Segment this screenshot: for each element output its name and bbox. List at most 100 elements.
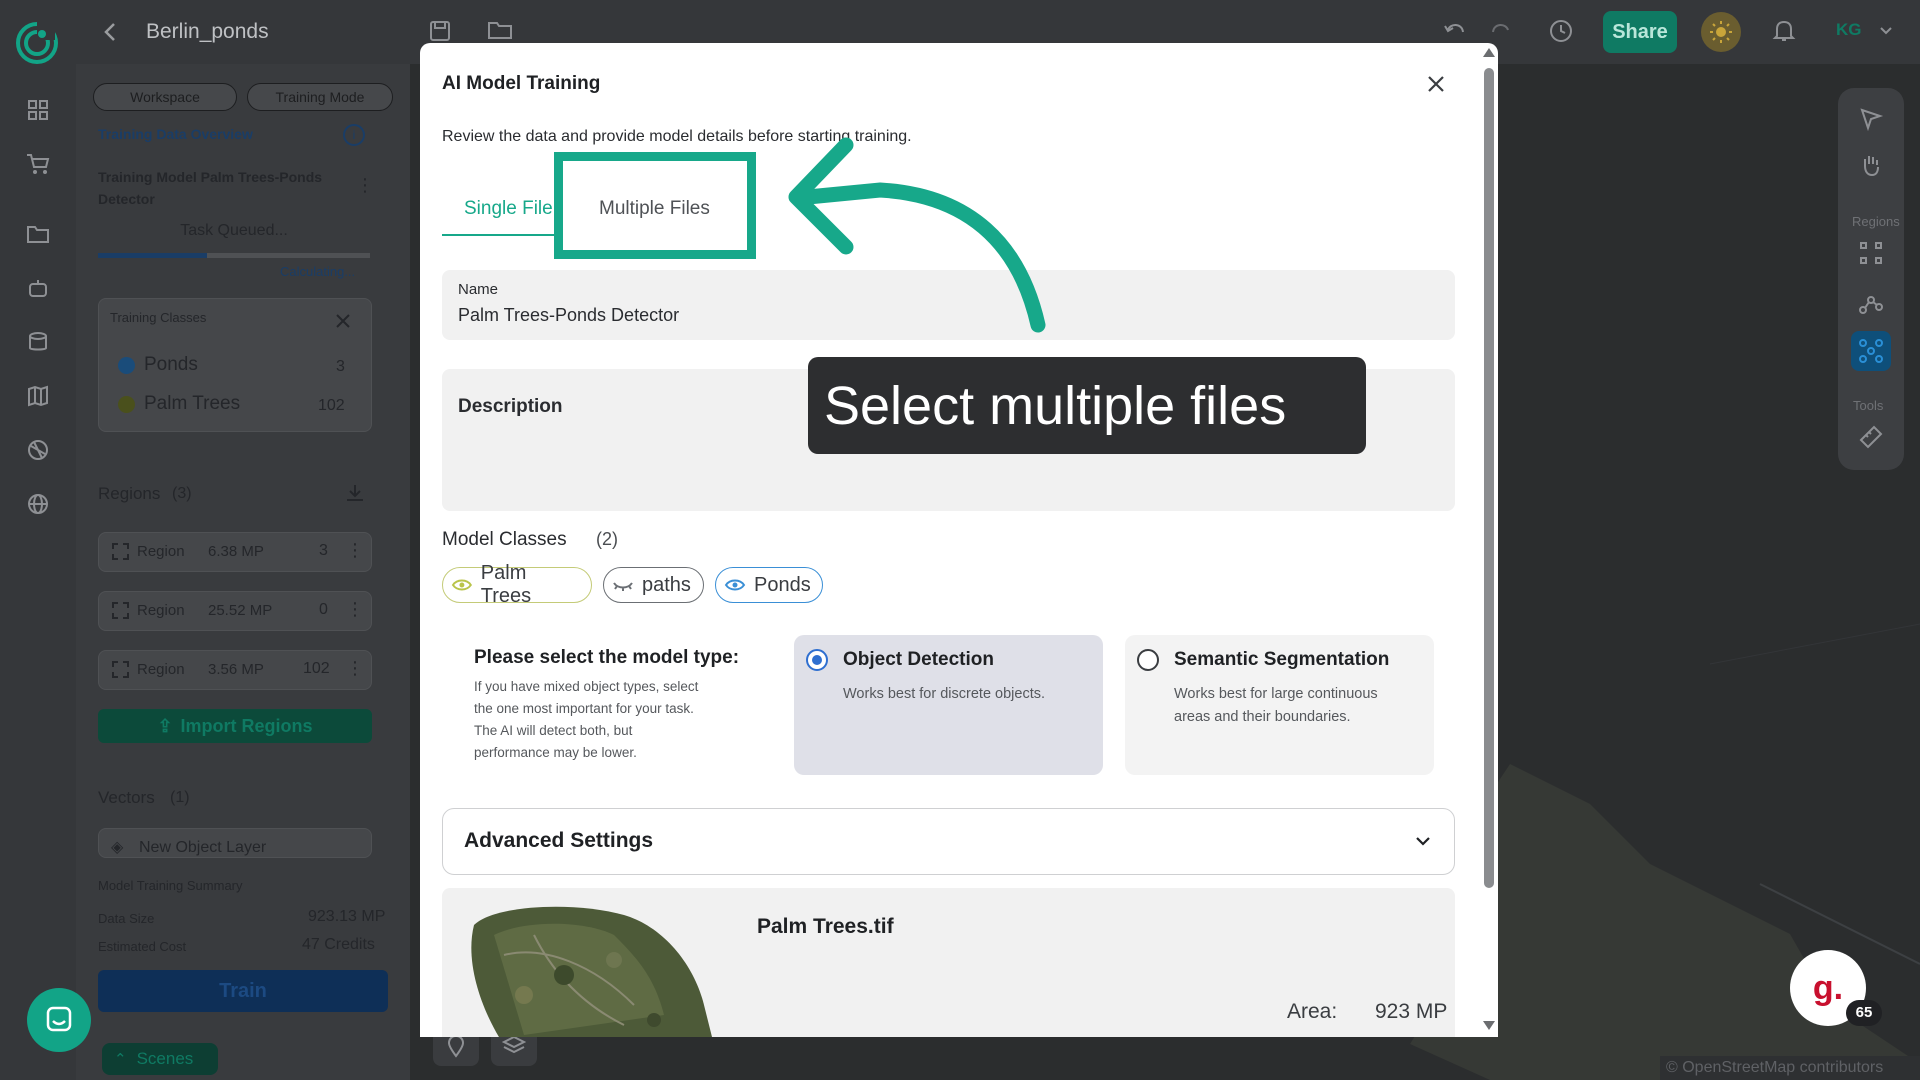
redo-icon[interactable] (1488, 18, 1514, 42)
more-vert-icon[interactable]: ⋮ (346, 540, 364, 561)
class-chip-paths[interactable]: paths (603, 567, 704, 603)
tab-multiple-files[interactable]: Multiple Files (554, 152, 756, 259)
ruler-icon[interactable] (1858, 424, 1884, 450)
class-name: Ponds (144, 354, 198, 375)
user-avatar[interactable]: KG (1836, 20, 1862, 40)
progress-fill (98, 253, 207, 258)
history-icon[interactable] (1548, 18, 1574, 44)
scroll-thumb[interactable] (1484, 68, 1494, 888)
class-count: 3 (336, 358, 345, 375)
option-object-detection[interactable]: Object Detection Works best for discrete… (794, 635, 1103, 775)
chip-label: Palm Trees (480, 562, 532, 607)
tools-label: Tools (1853, 398, 1884, 413)
calculating-text: Calculating... (280, 264, 356, 279)
globe-grid-icon[interactable] (22, 434, 54, 466)
folder-upload-icon[interactable] (22, 218, 54, 250)
vectors-title: Vectors (98, 788, 155, 807)
folder-icon[interactable] (486, 18, 514, 42)
eye-closed-icon (613, 582, 633, 591)
region-size: 6.38 MP (208, 543, 264, 560)
cursor-icon[interactable] (1858, 106, 1884, 132)
scroll-up-icon[interactable] (1483, 48, 1495, 57)
class-chip-palm-trees[interactable]: Palm Trees (442, 562, 592, 607)
vector-item-label: New Object Layer (139, 839, 267, 856)
task-status: Task Queued... (180, 222, 288, 239)
modal-close-icon[interactable] (1424, 72, 1448, 96)
option-semantic-segmentation[interactable]: Semantic Segmentation Works best for lar… (1125, 635, 1434, 775)
model-type-help: If you have mixed object types, select t… (474, 679, 699, 760)
ai-region-tool-icon[interactable] (1851, 331, 1891, 371)
polygon-tool-icon[interactable] (1858, 240, 1884, 266)
robot-icon[interactable] (22, 272, 54, 304)
advanced-settings-label: Advanced Settings (464, 829, 654, 852)
region-count: 3 (319, 542, 328, 559)
more-vert-icon[interactable]: ⋮ (346, 599, 364, 620)
badge-letter: g. (1812, 968, 1844, 1007)
class-chip-ponds[interactable]: Ponds (715, 567, 823, 603)
scenes-label: Scenes (136, 1049, 194, 1068)
option-desc: Works best for discrete objects. (843, 686, 1046, 702)
chevron-down-icon[interactable] (1878, 24, 1894, 38)
class-dot (118, 396, 135, 413)
workspace-tab[interactable]: Workspace (93, 83, 237, 111)
sun-icon[interactable] (1701, 12, 1741, 52)
region-frame-icon (112, 661, 129, 678)
regions-title: Regions (98, 484, 161, 503)
eye-icon (724, 579, 746, 591)
option-desc: Works best for large continuous areas an… (1174, 686, 1378, 725)
train-button[interactable]: Train (98, 970, 388, 1012)
radio-selected-icon (806, 649, 828, 671)
eye-icon (451, 579, 473, 591)
region-label: Region (137, 543, 185, 560)
modal-title: AI Model Training (442, 73, 601, 94)
hand-icon[interactable] (1858, 152, 1884, 178)
bell-icon[interactable] (1772, 18, 1796, 44)
tab-multiple-files-label: Multiple Files (599, 198, 710, 219)
undo-icon[interactable] (1442, 18, 1468, 42)
model-classes-count: (2) (596, 529, 618, 549)
dashboard-icon[interactable] (22, 94, 54, 126)
annotation-arrow (780, 135, 1050, 335)
upload-icon: ⇪ (157, 715, 173, 736)
cart-icon[interactable] (22, 148, 54, 180)
chevron-down-icon (1416, 837, 1430, 846)
share-button[interactable]: Share (1603, 11, 1677, 53)
training-classes-title: Training Classes (110, 310, 207, 325)
overview-title: Training Data Overview (98, 126, 253, 142)
chip-label: paths (642, 573, 691, 596)
summary-title: Model Training Summary (98, 878, 243, 893)
region-label: Region (137, 602, 185, 619)
file-card[interactable]: Palm Trees.tif Area: 923 MP (442, 888, 1455, 1037)
name-field-value: Palm Trees-Ponds Detector (458, 305, 680, 325)
chat-support-icon[interactable] (27, 988, 91, 1052)
scroll-down-icon[interactable] (1483, 1021, 1495, 1030)
save-icon[interactable] (428, 19, 452, 43)
left-rail (0, 64, 76, 1080)
map-icon[interactable] (22, 380, 54, 412)
modal-scrollbar[interactable] (1482, 48, 1496, 1032)
regions-tool-label: Regions (1852, 214, 1900, 229)
database-icon[interactable] (22, 326, 54, 358)
line-tool-icon[interactable] (1858, 290, 1884, 316)
scenes-button[interactable]: ⌃ Scenes (102, 1043, 218, 1075)
more-vert-icon[interactable]: ⋮ (356, 175, 374, 196)
download-icon[interactable] (344, 482, 366, 504)
progress-bar (98, 253, 370, 258)
back-arrow-icon[interactable] (100, 20, 122, 44)
training-mode-tab[interactable]: Training Mode (247, 83, 393, 111)
radio-dot (812, 655, 822, 665)
vector-item[interactable]: ◈ New Object Layer (98, 828, 372, 858)
advanced-settings[interactable]: Advanced Settings (442, 808, 1455, 875)
info-icon[interactable]: i (343, 124, 365, 146)
close-icon[interactable] (334, 312, 352, 330)
more-vert-icon[interactable]: ⋮ (346, 658, 364, 679)
model-type-title: Please select the model type: (474, 647, 740, 668)
file-name: Palm Trees.tif (757, 915, 894, 938)
globe-icon[interactable] (22, 488, 54, 520)
import-regions-button[interactable]: ⇪ Import Regions (98, 709, 372, 743)
layer-icon: ◈ (111, 839, 124, 856)
cost-label: Estimated Cost (98, 939, 187, 954)
app-logo-icon[interactable] (14, 20, 60, 66)
region-label: Region (137, 661, 185, 678)
region-frame-icon (112, 602, 129, 619)
